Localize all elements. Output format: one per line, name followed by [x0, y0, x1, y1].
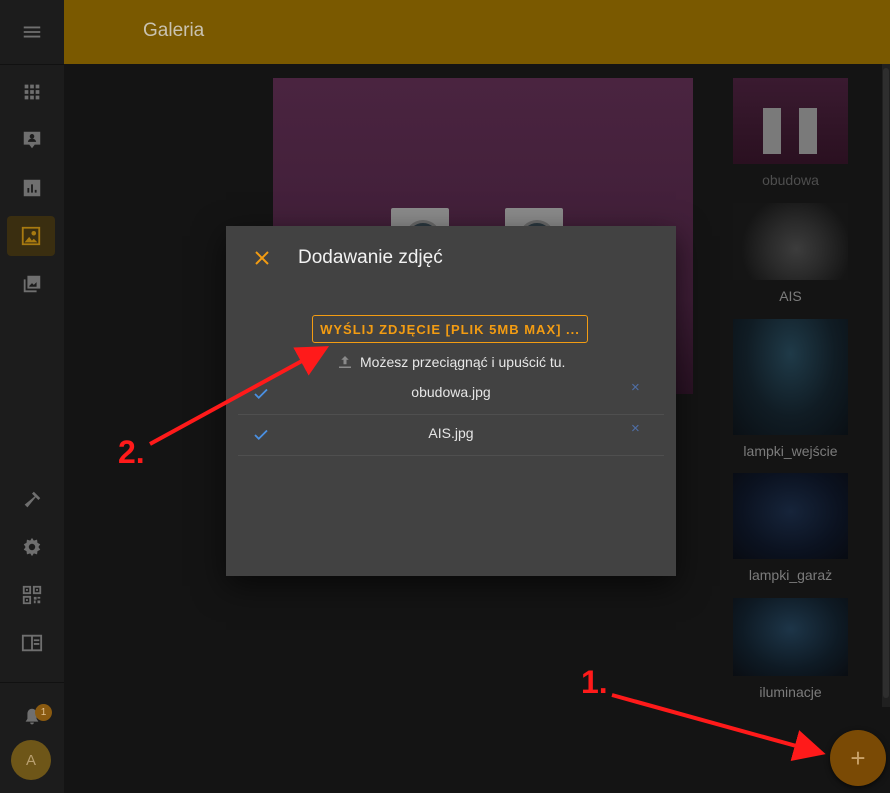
- thumbnail-label: iluminacje: [759, 684, 822, 700]
- file-name: obudowa.jpg: [411, 384, 491, 400]
- apps-grid-icon: [24, 84, 40, 100]
- menu-button[interactable]: [0, 0, 64, 65]
- dialog-title: Dodawanie zdjęć: [298, 247, 443, 268]
- thumbnail-label: obudowa: [762, 172, 819, 188]
- thumbnail-image: [733, 319, 848, 435]
- add-photo-button[interactable]: +: [830, 730, 886, 786]
- app-header: Galeria: [64, 0, 890, 64]
- bar-chart-icon: [23, 179, 41, 197]
- sidebar-item-contact[interactable]: [0, 120, 64, 160]
- thumbnail-label: lampki_garaż: [748, 567, 833, 583]
- annotation-step-2: 2.: [118, 434, 145, 470]
- file-name: AIS.jpg: [428, 425, 474, 441]
- upload-photo-button[interactable]: WYŚLIJ ZDJĘCIE [PLIK 5MB MAX] ...: [312, 315, 588, 343]
- sidebar-item-tools[interactable]: [0, 480, 64, 520]
- file-row: obudowa.jpg ×: [238, 373, 664, 415]
- hamburger-icon: [23, 26, 41, 38]
- sidebar-item-photo-library[interactable]: [0, 264, 64, 304]
- sidebar-item-stats[interactable]: [0, 168, 64, 208]
- sidebar-item-apps[interactable]: [0, 72, 64, 112]
- scrollbar[interactable]: [882, 64, 890, 707]
- contact-icon: [23, 131, 41, 149]
- photo-library-icon: [23, 275, 41, 293]
- close-icon: [255, 251, 269, 265]
- sidebar-item-gallery[interactable]: [7, 216, 55, 256]
- scrollbar-thumb[interactable]: [883, 68, 889, 698]
- thumbnail-image: [733, 473, 848, 559]
- thumbnail-item[interactable]: obudowa: [733, 78, 848, 188]
- gear-icon: [23, 537, 41, 557]
- close-dialog-button[interactable]: [250, 246, 274, 270]
- notification-badge: 1: [35, 704, 52, 721]
- sidebar-item-settings[interactable]: [0, 527, 64, 567]
- thumbnail-item[interactable]: lampki_garaż: [733, 473, 848, 583]
- thumbnail-item[interactable]: lampki_wejście: [733, 319, 848, 459]
- drop-zone-hint[interactable]: Możesz przeciągnąć i upuścić tu.: [336, 352, 565, 372]
- thumbnail-label: lampki_wejście: [743, 443, 838, 459]
- sidebar-item-reader[interactable]: [0, 623, 64, 663]
- thumbnail-image: [733, 203, 848, 280]
- sidebar-divider: [0, 682, 64, 683]
- thumbnail-image: [733, 78, 848, 164]
- thumbnail-label: AIS: [779, 288, 802, 304]
- remove-file-button[interactable]: ×: [631, 379, 640, 396]
- sidebar-item-qr[interactable]: [0, 575, 64, 615]
- avatar[interactable]: A: [11, 740, 51, 780]
- hammer-icon: [24, 491, 41, 508]
- thumbnail-image: [733, 598, 848, 676]
- gallery-icon: [21, 226, 41, 246]
- thumbnail-item[interactable]: AIS: [733, 203, 848, 304]
- file-row: AIS.jpg ×: [238, 414, 664, 456]
- page-title: Galeria: [143, 20, 205, 41]
- thumbnail-item[interactable]: iluminacje: [733, 598, 848, 700]
- sidebar: 1 A: [0, 0, 64, 793]
- book-icon: [21, 634, 43, 652]
- notifications-button[interactable]: [0, 697, 64, 737]
- remove-file-button[interactable]: ×: [631, 420, 640, 437]
- drop-hint-text: Możesz przeciągnąć i upuścić tu.: [360, 354, 566, 370]
- annotation-step-1: 1.: [581, 664, 608, 700]
- qr-code-icon: [22, 585, 42, 605]
- upload-icon: [339, 356, 351, 368]
- add-photos-dialog: Dodawanie zdjęć WYŚLIJ ZDJĘCIE [PLIK 5MB…: [226, 226, 676, 576]
